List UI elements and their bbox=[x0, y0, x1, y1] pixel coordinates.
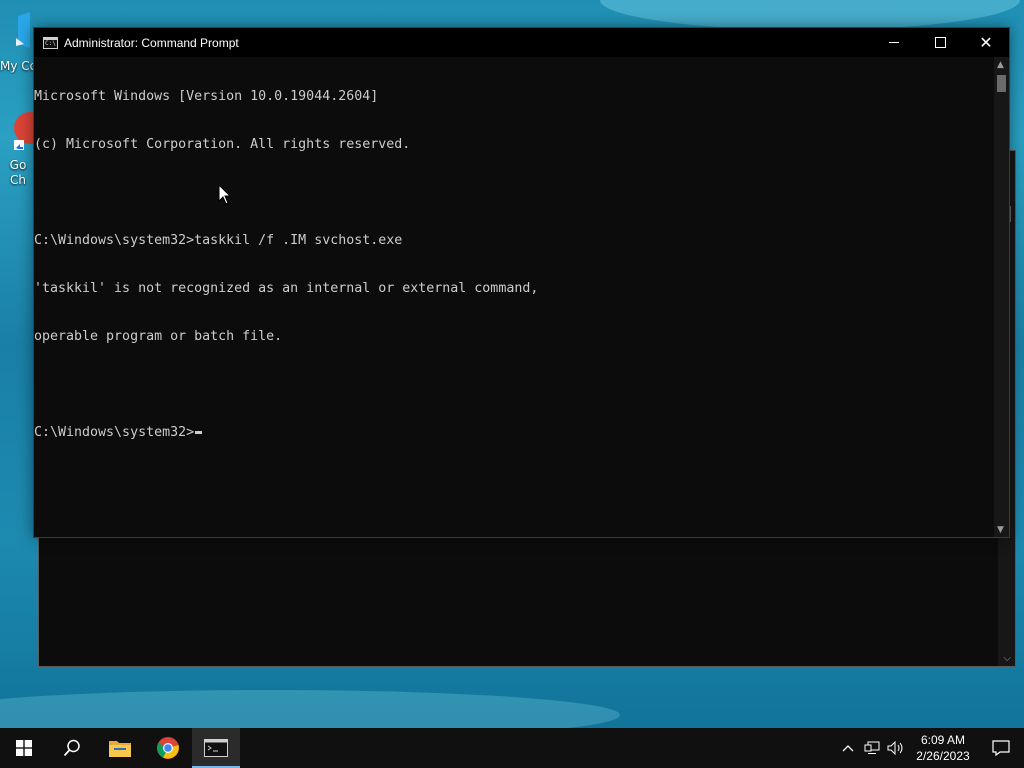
mouse-pointer-icon bbox=[218, 184, 232, 205]
console-line: (c) Microsoft Corporation. All rights re… bbox=[34, 137, 411, 152]
file-explorer-button[interactable] bbox=[96, 728, 144, 768]
clock-time: 6:09 AM bbox=[920, 733, 966, 747]
chevron-down-icon[interactable]: ▼ bbox=[997, 525, 1004, 535]
speaker-icon bbox=[887, 741, 903, 755]
clock[interactable]: 6:09 AM 2/26/2023 bbox=[908, 732, 978, 764]
console-prompt-line[interactable]: C:\Windows\system32> bbox=[34, 425, 994, 441]
computer-icon bbox=[16, 12, 30, 48]
system-tray: 6:09 AM 2/26/2023 bbox=[836, 728, 1024, 768]
network-button[interactable] bbox=[860, 728, 884, 768]
chrome-icon bbox=[157, 737, 179, 759]
close-button[interactable]: ✕ bbox=[963, 28, 1009, 57]
chrome-button[interactable] bbox=[144, 728, 192, 768]
desktop-icon-label: My Co bbox=[0, 59, 36, 73]
window-title: Administrator: Command Prompt bbox=[64, 35, 239, 50]
command-prompt-taskbar-button[interactable] bbox=[192, 728, 240, 768]
console-line: Microsoft Windows [Version 10.0.19044.26… bbox=[34, 89, 379, 104]
close-icon: ✕ bbox=[979, 32, 993, 52]
start-button[interactable] bbox=[0, 728, 48, 768]
console-line: C:\Windows\system32>taskkil /f .IM svcho… bbox=[34, 233, 403, 248]
scrollbar[interactable]: ▲ ▼ bbox=[994, 57, 1009, 537]
title-bar[interactable]: Administrator: Command Prompt ✕ bbox=[34, 28, 1009, 57]
windows-logo-icon bbox=[16, 740, 32, 756]
maximize-button[interactable] bbox=[917, 28, 963, 57]
notification-icon bbox=[992, 740, 1010, 756]
chevron-down-icon[interactable]: ⌵ bbox=[1003, 653, 1011, 664]
text-cursor bbox=[195, 431, 203, 434]
console-prompt: C:\Windows\system32> bbox=[34, 425, 195, 440]
chrome-icon bbox=[14, 112, 36, 150]
desktop-icon-label-line2: Ch bbox=[10, 173, 26, 187]
volume-button[interactable] bbox=[884, 728, 908, 768]
command-prompt-window[interactable]: Administrator: Command Prompt ✕ Microsof… bbox=[33, 27, 1010, 538]
folder-icon bbox=[109, 741, 131, 757]
chevron-up-icon[interactable]: ▲ bbox=[997, 60, 1004, 70]
action-center-button[interactable] bbox=[978, 728, 1024, 768]
scrollbar-thumb[interactable] bbox=[997, 75, 1006, 92]
desktop-icon-google-chrome[interactable]: Go Ch bbox=[0, 108, 36, 188]
search-icon bbox=[63, 739, 80, 757]
clock-date: 2/26/2023 bbox=[916, 749, 970, 763]
cmd-icon bbox=[204, 739, 228, 757]
desktop-icon-label-line1: Go bbox=[9, 158, 27, 172]
cmd-icon bbox=[43, 36, 58, 49]
console-line: 'taskkil' is not recognized as an intern… bbox=[34, 281, 539, 296]
console-output[interactable]: Microsoft Windows [Version 10.0.19044.26… bbox=[34, 57, 994, 537]
taskbar: 6:09 AM 2/26/2023 bbox=[0, 728, 1024, 768]
console-line: operable program or batch file. bbox=[34, 329, 283, 344]
maximize-icon bbox=[934, 37, 946, 48]
search-button[interactable] bbox=[48, 728, 96, 768]
chevron-up-icon bbox=[842, 745, 854, 752]
minimize-icon bbox=[889, 42, 899, 43]
network-icon bbox=[864, 741, 880, 754]
minimize-button[interactable] bbox=[871, 28, 917, 57]
desktop-icon-my-computer[interactable]: My Co bbox=[0, 10, 36, 74]
show-hidden-icons-button[interactable] bbox=[836, 728, 860, 768]
